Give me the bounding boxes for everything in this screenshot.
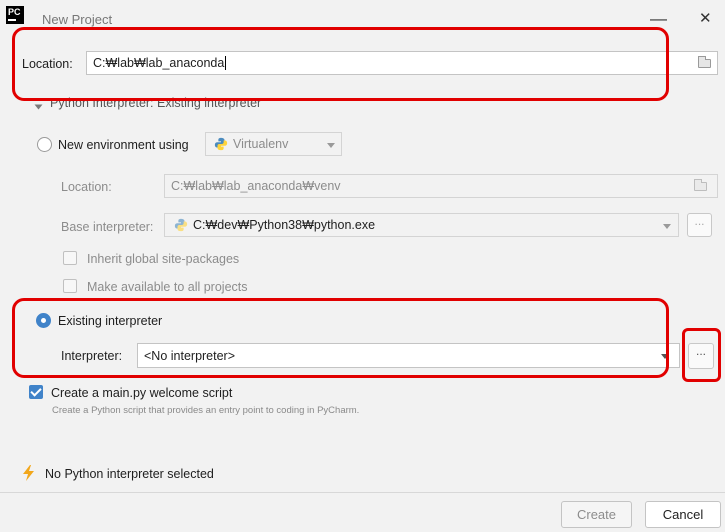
environment-tool-select[interactable]: Virtualenv xyxy=(205,132,342,156)
text-caret xyxy=(225,56,227,70)
folder-icon[interactable] xyxy=(698,56,711,68)
venv-location-value: C:₩lab₩lab_anaconda₩venv xyxy=(171,179,341,193)
lightning-icon xyxy=(23,465,34,481)
inherit-packages-checkbox[interactable] xyxy=(63,251,77,265)
interpreter-browse-button[interactable]: ... xyxy=(688,343,714,369)
pycharm-logo-icon: PC xyxy=(6,6,24,24)
python-logo-icon xyxy=(214,137,228,151)
chevron-down-icon xyxy=(661,354,669,359)
close-button[interactable]: ✕ xyxy=(699,10,712,28)
create-button[interactable]: Create xyxy=(561,501,632,528)
interpreter-value: <No interpreter> xyxy=(144,348,236,363)
footer-divider xyxy=(0,492,725,493)
minimize-button[interactable]: — xyxy=(650,10,667,28)
interpreter-label: Interpreter: xyxy=(61,349,123,363)
interpreter-section-title[interactable]: Python Interpreter: Existing interpreter xyxy=(50,96,261,110)
make-available-label: Make available to all projects xyxy=(87,280,248,294)
folder-icon[interactable] xyxy=(694,179,707,191)
interpreter-select[interactable]: <No interpreter> xyxy=(137,343,680,368)
welcome-script-checkbox[interactable] xyxy=(29,385,43,399)
inherit-packages-label: Inherit global site-packages xyxy=(87,252,240,266)
existing-interpreter-label: Existing interpreter xyxy=(58,314,163,328)
chevron-down-icon xyxy=(663,224,671,229)
existing-interpreter-radio[interactable] xyxy=(36,313,51,328)
base-interpreter-label: Base interpreter: xyxy=(61,220,154,234)
base-interpreter-value: C:₩dev₩Python38₩python.exe xyxy=(193,218,376,232)
new-environment-label: New environment using xyxy=(58,138,189,152)
cancel-button[interactable]: Cancel xyxy=(645,501,721,528)
location-value: C:₩lab₩lab_anaconda xyxy=(93,56,225,70)
make-available-checkbox[interactable] xyxy=(63,279,77,293)
environment-tool-value: Virtualenv xyxy=(233,137,289,151)
welcome-script-label: Create a main.py welcome script xyxy=(51,386,233,400)
chevron-down-icon xyxy=(327,143,335,148)
location-label: Location: xyxy=(22,57,73,71)
base-interpreter-select[interactable]: C:₩dev₩Python38₩python.exe xyxy=(164,213,679,237)
expand-chevron-icon[interactable] xyxy=(34,104,43,110)
base-interpreter-browse-button[interactable]: ... xyxy=(687,213,712,237)
location-input[interactable]: C:₩lab₩lab_anaconda xyxy=(86,51,718,75)
window-title: New Project xyxy=(42,12,113,27)
venv-location-input[interactable]: C:₩lab₩lab_anaconda₩venv xyxy=(164,174,718,198)
python-logo-icon xyxy=(174,218,188,232)
venv-location-label: Location: xyxy=(61,180,112,194)
new-environment-radio[interactable] xyxy=(37,137,52,152)
status-message: No Python interpreter selected xyxy=(45,467,214,481)
welcome-script-description: Create a Python script that provides an … xyxy=(52,405,360,416)
